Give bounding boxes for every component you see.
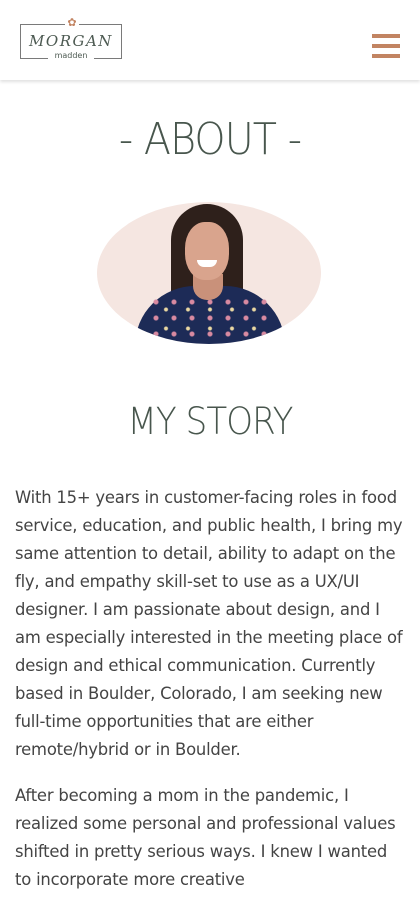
logo-name: MORGAN <box>29 32 113 50</box>
about-heading: - ABOUT - <box>118 114 302 165</box>
profile-photo <box>97 202 321 344</box>
story-paragraph-1: With 15+ years in customer-facing roles … <box>15 488 403 759</box>
my-story-heading: MY STORY <box>127 400 293 443</box>
logo-subtitle: madden <box>48 51 94 61</box>
story-paragraph-2: After becoming a mom in the pandemic, I … <box>15 786 396 889</box>
hamburger-menu-icon[interactable] <box>372 34 400 60</box>
site-header: ✿ MORGAN madden <box>0 0 420 80</box>
flower-icon: ✿ <box>65 17 79 29</box>
story-text: With 15+ years in customer-facing roles … <box>15 484 407 912</box>
logo[interactable]: ✿ MORGAN madden <box>20 17 122 61</box>
